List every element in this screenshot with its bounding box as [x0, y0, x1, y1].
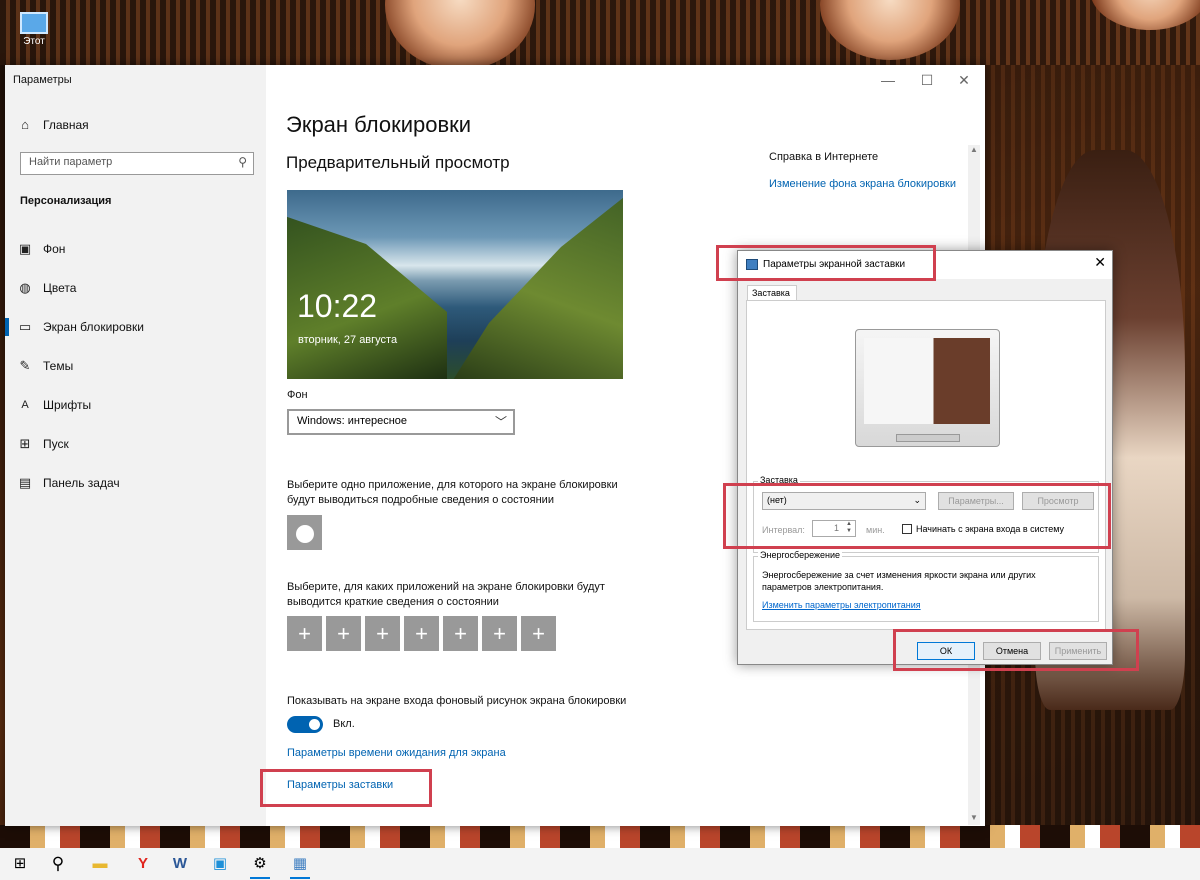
- screensaver-dialog: Параметры экранной заставки ✕ Заставка З…: [737, 250, 1113, 665]
- highlight-dialog-buttons: [893, 629, 1139, 671]
- scroll-up-icon[interactable]: ▲: [968, 145, 980, 157]
- weather-icon: [295, 525, 314, 544]
- help-link[interactable]: Изменение фона экрана блокировки: [769, 178, 956, 190]
- quick-status-add-button[interactable]: +: [326, 616, 361, 651]
- photos-icon[interactable]: ▣: [202, 851, 238, 877]
- tab-panel: Заставка (нет) ⌄ Параметры... Просмотр И…: [746, 300, 1106, 630]
- quick-status-add-button[interactable]: +: [482, 616, 517, 651]
- desktop-icon-label: Этот: [23, 36, 45, 47]
- background-select-value: Windows: интересное: [297, 415, 408, 427]
- home-icon: ⌂: [21, 117, 29, 132]
- lockscreen-icon: ▭: [18, 319, 32, 334]
- taskbar-icon: ▤: [18, 475, 32, 490]
- palette-icon: ◍: [19, 280, 31, 295]
- yandex-icon[interactable]: Y: [125, 851, 161, 877]
- power-text: Энергосбережение за счет изменения яркос…: [762, 570, 1036, 592]
- sidebar-item-colors[interactable]: ◍ Цвета: [5, 270, 266, 306]
- sidebar-item-lockscreen[interactable]: ▭ Экран блокировки: [5, 309, 266, 345]
- explorer-icon[interactable]: ▬: [82, 851, 118, 877]
- image-icon: ▣: [18, 241, 32, 256]
- fonts-icon: A: [21, 399, 29, 411]
- preview-time: 10:22: [297, 288, 378, 324]
- quick-status-add-button[interactable]: +: [443, 616, 478, 651]
- quick-status-add-button[interactable]: +: [287, 616, 322, 651]
- minimize-button[interactable]: —: [870, 67, 906, 93]
- sidebar-item-start[interactable]: ⊞ Пуск: [5, 426, 266, 462]
- search-icon: ⚲: [238, 155, 247, 169]
- search-icon[interactable]: ⚲: [40, 851, 76, 877]
- sidebar-item-label: Пуск: [43, 437, 69, 451]
- sidebar-item-label: Темы: [43, 359, 74, 373]
- power-group: Энергосбережение Энергосбережение за сче…: [753, 550, 1099, 622]
- settings-icon[interactable]: ⚙: [242, 851, 278, 879]
- sidebar-item-label: Фон: [43, 242, 66, 256]
- start-icon: ⊞: [19, 436, 31, 451]
- chevron-down-icon: ﹀: [494, 415, 507, 429]
- taskbar: ⊞ ⚲ ▬ Y W ▣ ⚙ ▦: [0, 848, 1200, 880]
- section-heading: Персонализация: [20, 195, 112, 207]
- dialog-close-icon[interactable]: ✕: [1094, 254, 1106, 271]
- preview-heading: Предварительный просмотр: [286, 153, 510, 172]
- show-bg-toggle[interactable]: [287, 716, 323, 733]
- sidebar-item-background[interactable]: ▣ Фон: [5, 231, 266, 267]
- sidebar-item-home[interactable]: ⌂ Главная: [5, 107, 266, 143]
- preview-mountain: [453, 190, 623, 379]
- highlight-screensaver-link: [260, 769, 432, 807]
- sidebar-item-fonts[interactable]: A Шрифты: [5, 387, 266, 423]
- quick-status-add-button[interactable]: +: [521, 616, 556, 651]
- tab-screensaver[interactable]: Заставка: [747, 285, 797, 301]
- monitor-screen: [864, 338, 990, 424]
- sidebar-item-label: Цвета: [43, 281, 77, 295]
- search-placeholder: Найти параметр: [29, 156, 113, 168]
- quick-status-add-button[interactable]: +: [365, 616, 400, 651]
- window-title: Параметры: [13, 74, 72, 86]
- preview-date: вторник, 27 августа: [298, 334, 398, 346]
- settings-sidebar: Параметры ⌂ Главная Найти параметр ⚲ Пер…: [5, 65, 266, 826]
- screensaver-icon[interactable]: ▦: [282, 851, 318, 879]
- sidebar-item-label: Главная: [43, 118, 89, 132]
- lockscreen-preview: 10:22 вторник, 27 августа: [287, 190, 623, 379]
- sidebar-item-label: Шрифты: [43, 398, 92, 412]
- search-input[interactable]: Найти параметр ⚲: [20, 152, 254, 175]
- word-icon[interactable]: W: [162, 851, 198, 877]
- themes-icon: ✎: [19, 358, 31, 373]
- monitor-preview: [855, 329, 1000, 447]
- power-group-label: Энергосбережение: [758, 550, 843, 560]
- start-icon[interactable]: ⊞: [2, 851, 38, 877]
- help-heading: Справка в Интернете: [769, 151, 879, 163]
- highlight-dialog-title: [716, 245, 936, 281]
- computer-icon: [20, 12, 48, 34]
- background-select[interactable]: Windows: интересное ﹀: [287, 409, 515, 435]
- sidebar-item-label: Экран блокировки: [43, 320, 144, 334]
- highlight-screensaver-select: [723, 483, 1111, 549]
- scroll-down-icon[interactable]: ▼: [968, 813, 980, 825]
- wallpaper-bottom: [0, 825, 1200, 848]
- detailed-status-text: Выберите одно приложение, для которого н…: [287, 479, 618, 506]
- sidebar-item-label: Панель задач: [43, 476, 120, 490]
- toggle-state-label: Вкл.: [333, 718, 355, 730]
- sidebar-item-taskbar[interactable]: ▤ Панель задач: [5, 465, 266, 501]
- sidebar-item-themes[interactable]: ✎ Темы: [5, 348, 266, 384]
- quick-status-add-button[interactable]: +: [404, 616, 439, 651]
- power-settings-link[interactable]: Изменить параметры электропитания: [762, 600, 921, 610]
- background-label: Фон: [287, 389, 308, 401]
- timeout-settings-link[interactable]: Параметры времени ожидания для экрана: [287, 747, 506, 759]
- wallpaper-lattice: [0, 0, 1200, 65]
- maximize-button[interactable]: ☐: [909, 67, 945, 93]
- monitor-base: [896, 434, 960, 442]
- quick-status-text: Выберите, для каких приложений на экране…: [287, 581, 605, 608]
- show-bg-text: Показывать на экране входа фоновый рисун…: [287, 695, 627, 707]
- page-title: Экран блокировки: [286, 112, 472, 137]
- close-button[interactable]: ✕: [946, 67, 982, 93]
- this-pc-desktop-icon[interactable]: Этот: [10, 8, 58, 64]
- detailed-status-app-button[interactable]: [287, 515, 322, 550]
